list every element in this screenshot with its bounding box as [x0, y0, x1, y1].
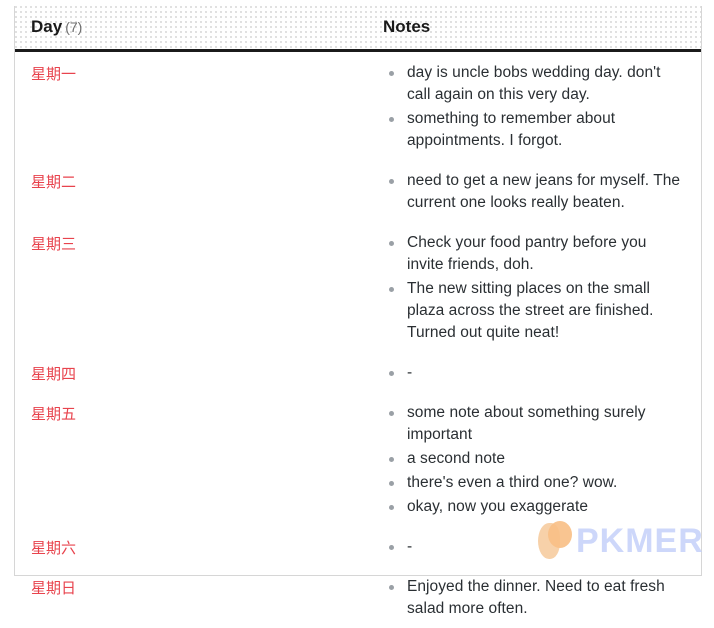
- day-cell: 星期四: [15, 352, 383, 392]
- list-item: some note about something surely importa…: [383, 402, 687, 446]
- table-row: 星期六 -: [15, 526, 701, 566]
- table-body: 星期一 day is uncle bobs wedding day. don't…: [15, 50, 701, 628]
- list-item: a second note: [383, 448, 687, 470]
- day-cell: 星期三: [15, 222, 383, 352]
- list-item: Check your food pantry before you invite…: [383, 232, 687, 276]
- column-header-day-label: Day: [31, 17, 63, 37]
- column-header-day-count: (7): [65, 19, 83, 36]
- column-header-day[interactable]: Day (7): [15, 6, 383, 52]
- day-cell: 星期五: [15, 392, 383, 526]
- dataview-table: Day (7) Notes 星期一 day is uncle bobs weddi…: [15, 6, 701, 628]
- day-link[interactable]: 星期二: [31, 173, 76, 191]
- day-link[interactable]: 星期六: [31, 539, 76, 557]
- notes-list: -: [383, 362, 687, 384]
- day-cell: 星期日: [15, 566, 383, 628]
- notes-list: Check your food pantry before you invite…: [383, 232, 687, 344]
- notes-cell: some note about something surely importa…: [383, 392, 701, 526]
- notes-cell: Check your food pantry before you invite…: [383, 222, 701, 352]
- notes-list: some note about something surely importa…: [383, 402, 687, 518]
- table-row: 星期五 some note about something surely imp…: [15, 392, 701, 526]
- dataview-table-container: Day (7) Notes 星期一 day is uncle bobs weddi…: [14, 6, 702, 617]
- day-link[interactable]: 星期三: [31, 235, 76, 253]
- notes-cell: day is uncle bobs wedding day. don't cal…: [383, 50, 701, 160]
- day-link[interactable]: 星期四: [31, 365, 76, 383]
- list-item: something to remember about appointments…: [383, 108, 687, 152]
- notes-cell: -: [383, 352, 701, 392]
- notes-list: -: [383, 536, 687, 558]
- table-row: 星期日 Enjoyed the dinner. Need to eat fres…: [15, 566, 701, 628]
- day-cell: 星期二: [15, 160, 383, 222]
- table-header: Day (7) Notes: [15, 6, 701, 52]
- notes-list: day is uncle bobs wedding day. don't cal…: [383, 62, 687, 152]
- list-item: -: [383, 362, 687, 384]
- table-row: 星期三 Check your food pantry before you in…: [15, 222, 701, 352]
- list-item: day is uncle bobs wedding day. don't cal…: [383, 62, 687, 106]
- day-cell: 星期一: [15, 50, 383, 160]
- column-header-notes[interactable]: Notes: [383, 6, 701, 52]
- list-item: Enjoyed the dinner. Need to eat fresh sa…: [383, 576, 687, 620]
- table-header-row: Day (7) Notes: [15, 6, 701, 52]
- notes-cell: -: [383, 526, 701, 566]
- notes-list: Enjoyed the dinner. Need to eat fresh sa…: [383, 576, 687, 620]
- list-item: need to get a new jeans for myself. The …: [383, 170, 687, 214]
- notes-cell: Enjoyed the dinner. Need to eat fresh sa…: [383, 566, 701, 628]
- day-cell: 星期六: [15, 526, 383, 566]
- table-row: 星期二 need to get a new jeans for myself. …: [15, 160, 701, 222]
- notes-cell: need to get a new jeans for myself. The …: [383, 160, 701, 222]
- day-link[interactable]: 星期日: [31, 579, 76, 597]
- day-link[interactable]: 星期五: [31, 405, 76, 423]
- column-header-notes-label: Notes: [383, 17, 431, 37]
- table-row: 星期四 -: [15, 352, 701, 392]
- day-link[interactable]: 星期一: [31, 65, 76, 83]
- list-item: The new sitting places on the small plaz…: [383, 278, 687, 344]
- list-item: there's even a third one? wow.: [383, 472, 687, 494]
- list-item: okay, now you exaggerate: [383, 496, 687, 518]
- table-row: 星期一 day is uncle bobs wedding day. don't…: [15, 50, 701, 160]
- list-item: -: [383, 536, 687, 558]
- notes-list: need to get a new jeans for myself. The …: [383, 170, 687, 214]
